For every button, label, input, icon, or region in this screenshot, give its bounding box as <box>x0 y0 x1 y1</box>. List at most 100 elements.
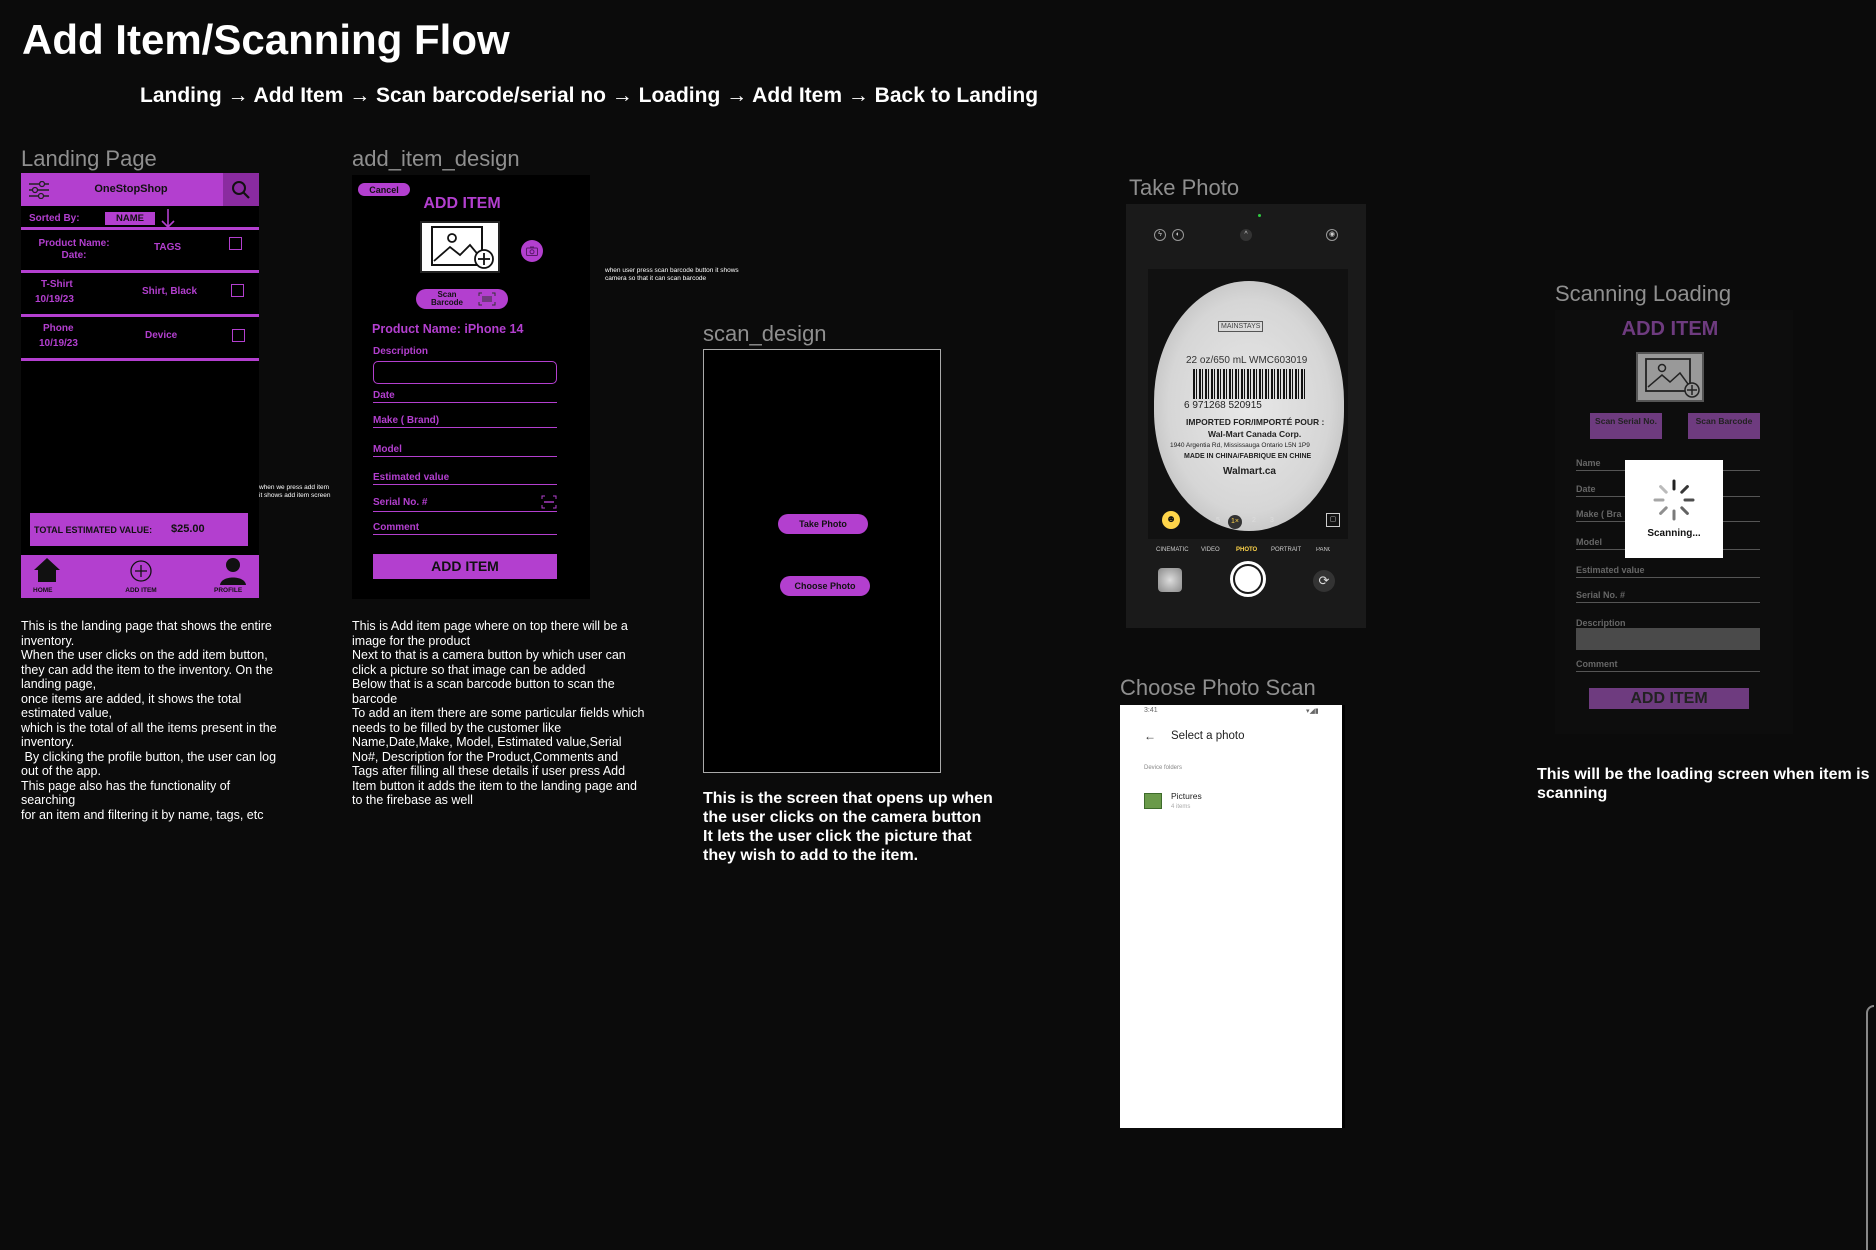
make-label: Make ( Bra <box>1576 509 1622 519</box>
take-photo-button[interactable]: Take Photo <box>778 514 868 534</box>
scanning-text: Scanning... <box>1647 528 1701 539</box>
night-mode-icon[interactable]: ◐ <box>1172 229 1184 241</box>
label-barcode-number: 6 971268 520915 <box>1184 400 1262 411</box>
shutter-button[interactable] <box>1230 561 1266 597</box>
bottom-nav: HOME ADD ITEM PROFILE <box>21 555 259 598</box>
add-item-frame-label: add_item_design <box>352 146 520 171</box>
nav-profile[interactable]: PROFILE <box>209 555 257 598</box>
add-item-heading: ADD ITEM <box>423 195 501 212</box>
mode-portrait[interactable]: PORTRAIT <box>1271 547 1301 553</box>
image-add-icon <box>431 226 494 269</box>
device-folders-label: Device folders <box>1144 765 1183 771</box>
flow-subtitle: Landing → Add Item → Scan barcode/serial… <box>140 84 1039 107</box>
camera-viewfinder[interactable]: MAINSTAYS 22 oz/650 mL WMC603019 6 97126… <box>1148 269 1348 539</box>
scan-barcode-label: Scan Barcode <box>430 290 463 307</box>
estimated-value-input[interactable] <box>373 484 557 485</box>
smiley-icon[interactable]: ☻ <box>1162 511 1180 529</box>
sort-arrow-icon[interactable] <box>161 209 175 229</box>
table-row[interactable]: T-Shirt 10/19/23 Shirt, Black <box>21 273 259 315</box>
mode-video[interactable]: VIDEO <box>1201 547 1220 553</box>
back-arrow-icon[interactable]: ← <box>1144 729 1156 743</box>
serial-no-label: Serial No. # <box>373 497 428 508</box>
scan-text-icon[interactable]: ▢ <box>1326 513 1340 527</box>
product-image-placeholder[interactable] <box>420 221 500 273</box>
item-date: 10/19/23 <box>35 294 74 305</box>
home-icon <box>34 558 60 582</box>
column-header-tags: TAGS <box>154 242 182 253</box>
item-tags: Device <box>145 330 178 341</box>
folder-item[interactable]: Pictures 4 items <box>1144 789 1324 815</box>
mode-photo[interactable]: PHOTO <box>1236 547 1257 553</box>
flip-camera-icon[interactable]: ⟳ <box>1313 570 1335 592</box>
add-item-frame: Cancel ADD ITEM Scan Barcode Product Nam… <box>352 175 590 599</box>
table-row[interactable]: Phone 10/19/23 Device <box>21 318 259 360</box>
sort-dropdown[interactable]: NAME <box>105 212 155 225</box>
nav-add-label: ADD ITEM <box>125 587 157 594</box>
select-all-checkbox[interactable] <box>229 237 242 250</box>
serial-scan-icon[interactable] <box>541 495 557 509</box>
search-icon[interactable] <box>231 180 251 200</box>
scan-design-frame: Take Photo Choose Photo <box>703 349 941 773</box>
zoom-option[interactable]: 2 <box>1252 517 1256 524</box>
chevron-up-icon[interactable]: ^ <box>1240 229 1252 241</box>
scan-design-frame-label: scan_design <box>703 321 827 346</box>
nav-home[interactable]: HOME <box>25 555 69 598</box>
scrollbar[interactable] <box>1866 1005 1874 1250</box>
filter-icon[interactable] <box>29 181 49 199</box>
product-name-field[interactable]: Product Name: iPhone 14 <box>372 322 523 336</box>
nav-home-label: HOME <box>33 587 53 594</box>
zoom-option-selected[interactable]: 1× <box>1228 515 1242 529</box>
zoom-option[interactable]: .5 <box>1214 517 1220 524</box>
date-input[interactable] <box>373 402 557 403</box>
add-item-submit-button[interactable]: ADD ITEM <box>373 554 557 579</box>
zoom-controls: .5 1× 2 3 <box>1212 514 1292 530</box>
live-photo-icon[interactable]: ◉ <box>1326 229 1338 241</box>
scan-serial-button: Scan Serial No. <box>1590 413 1662 439</box>
scan-barcode-button: Scan Barcode <box>1688 413 1760 439</box>
status-time: 3:41 <box>1144 707 1158 714</box>
estimated-value-label: Estimated value <box>373 472 450 483</box>
loading-frame: ADD ITEM Scan Serial No. Scan Barcode Na… <box>1555 310 1793 734</box>
profile-icon <box>220 558 246 585</box>
mode-pano[interactable]: PANO <box>1316 547 1330 553</box>
nav-add-item[interactable]: ADD ITEM <box>111 555 171 598</box>
barcode-image <box>1193 369 1305 399</box>
scan-barcode-button[interactable]: Scan Barcode <box>416 289 508 309</box>
model-label: Model <box>373 444 402 455</box>
gallery-thumbnail[interactable] <box>1158 568 1182 592</box>
label-made-in: MADE IN CHINA/FABRIQUÉ EN CHINE <box>1184 453 1312 460</box>
serial-no-input[interactable] <box>373 511 557 512</box>
row-checkbox[interactable] <box>232 329 245 342</box>
label-brand: MAINSTAYS <box>1218 321 1264 332</box>
total-label: TOTAL ESTIMATED VALUE: <box>34 525 153 535</box>
loading-image-placeholder <box>1636 352 1704 402</box>
label-site: Walmart.ca <box>1223 466 1276 477</box>
take-photo-frame-label: Take Photo <box>1129 175 1240 200</box>
loading-frame-label: Scanning Loading <box>1555 281 1732 306</box>
label-import1: IMPORTED FOR/IMPORTÉ POUR : <box>1186 417 1325 427</box>
comment-line <box>1576 671 1760 672</box>
divider <box>21 358 259 361</box>
loading-description: This will be the loading screen when ite… <box>1537 766 1870 802</box>
zoom-option[interactable]: 3 <box>1270 517 1274 524</box>
row-checkbox[interactable] <box>231 284 244 297</box>
picker-edge <box>1342 705 1345 1128</box>
item-name: Phone <box>43 323 74 334</box>
serial-no-label: Serial No. # <box>1576 590 1626 600</box>
camera-icon <box>526 246 538 256</box>
make-input[interactable] <box>373 427 557 428</box>
add-item-description: This is Add item page where on top there… <box>352 619 647 808</box>
model-label: Model <box>1576 537 1602 547</box>
comment-input[interactable] <box>373 534 557 535</box>
loading-spinner-icon <box>1653 479 1695 521</box>
mode-cinematic[interactable]: CINEMATIC <box>1156 547 1189 553</box>
model-input[interactable] <box>373 456 557 457</box>
estimated-value-label: Estimated value <box>1576 565 1645 575</box>
add-item-side-note: when user press scan barcode button it s… <box>605 267 739 282</box>
image-add-icon <box>1645 358 1700 398</box>
description-input[interactable] <box>373 361 557 384</box>
choose-photo-button[interactable]: Choose Photo <box>780 576 870 596</box>
camera-button[interactable] <box>521 240 543 262</box>
flash-icon[interactable]: ϟ <box>1154 229 1166 241</box>
landing-frame-label: Landing Page <box>21 146 157 171</box>
